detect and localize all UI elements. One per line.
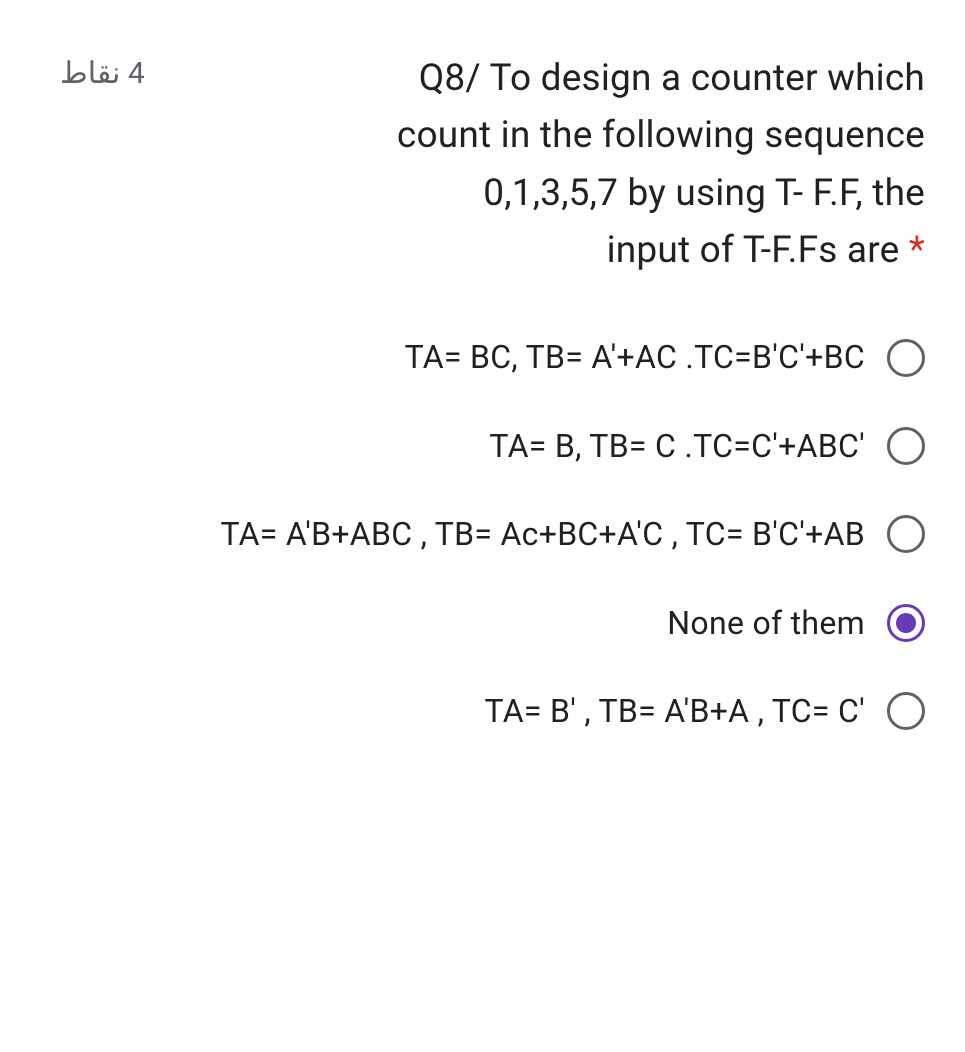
question-block: Q8/ To design a counter which count in t… xyxy=(60,50,925,734)
option-4[interactable]: TA= B' , TB= A'B+A , TC= C' xyxy=(80,688,925,734)
radio-icon xyxy=(887,427,925,465)
radio-icon xyxy=(887,339,925,377)
option-0[interactable]: TA= BC, TB= A'+AC .TC=B'C'+BC xyxy=(80,334,925,380)
q-line4: input of T-F.Fs are xyxy=(607,229,900,272)
option-2[interactable]: TA= A'B+ABC , TB= Ac+BC+A'C , TC= B'C'+A… xyxy=(80,511,925,557)
radio-icon xyxy=(887,515,925,553)
option-label: TA= B, TB= C .TC=C'+ABC' xyxy=(80,423,865,469)
points-badge: 4 نقاط xyxy=(60,50,145,91)
option-label: TA= B' , TB= A'B+A , TC= C' xyxy=(80,688,865,734)
option-label: TA= A'B+ABC , TB= Ac+BC+A'C , TC= B'C'+A… xyxy=(80,511,865,557)
required-asterisk: * xyxy=(909,229,925,272)
question-text: Q8/ To design a counter which count in t… xyxy=(165,50,925,279)
radio-icon-selected xyxy=(887,604,925,642)
option-3[interactable]: None of them xyxy=(80,600,925,646)
radio-icon xyxy=(887,692,925,730)
q-line2: count in the following sequence xyxy=(397,114,925,157)
option-label: None of them xyxy=(80,600,865,646)
q-line3: 0,1,3,5,7 by using T- F.F, the xyxy=(483,172,925,215)
options-group: TA= BC, TB= A'+AC .TC=B'C'+BC TA= B, TB=… xyxy=(60,334,925,734)
q-line1: Q8/ To design a counter which xyxy=(419,57,925,100)
option-1[interactable]: TA= B, TB= C .TC=C'+ABC' xyxy=(80,423,925,469)
question-header: Q8/ To design a counter which count in t… xyxy=(60,50,925,279)
option-label: TA= BC, TB= A'+AC .TC=B'C'+BC xyxy=(80,334,865,380)
